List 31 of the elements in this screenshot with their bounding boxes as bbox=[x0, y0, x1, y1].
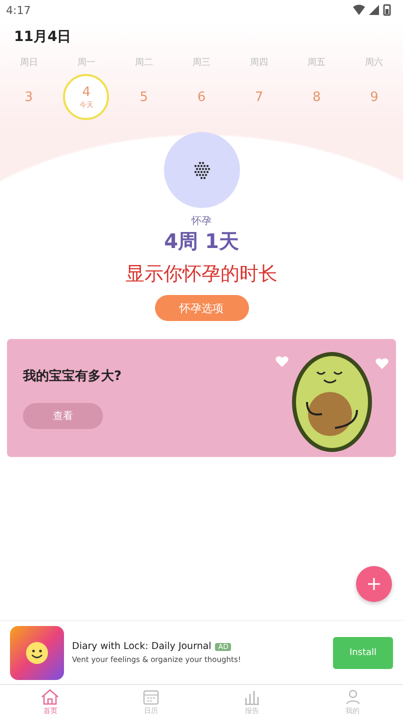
view-button[interactable]: 查看 bbox=[23, 403, 103, 429]
weekday-label: 周五 bbox=[308, 57, 326, 70]
pregnancy-label: 怀孕 bbox=[192, 214, 212, 228]
calendar-icon bbox=[143, 689, 160, 705]
status-time: 4:17 bbox=[6, 4, 31, 16]
day-cell[interactable]: 8 bbox=[294, 74, 340, 120]
install-button[interactable]: Install bbox=[333, 636, 393, 668]
day-cell[interactable]: 7 bbox=[236, 74, 282, 120]
cell-cluster-icon bbox=[192, 160, 212, 180]
ad-title: Diary with Lock: Daily Journal bbox=[72, 641, 212, 652]
headline: 显示你怀孕的时长 bbox=[126, 262, 278, 287]
weekday-label: 周三 bbox=[192, 57, 210, 70]
weekday-label: 周二 bbox=[134, 57, 153, 70]
pregnancy-options-button[interactable]: 怀孕选项 bbox=[154, 295, 248, 321]
day-cell[interactable]: 5 bbox=[120, 74, 167, 120]
card-title: 我的宝宝有多大? bbox=[23, 368, 122, 385]
home-icon bbox=[41, 689, 60, 705]
status-icons bbox=[351, 4, 393, 16]
person-icon bbox=[344, 689, 361, 705]
weekday-label: 周日 bbox=[20, 57, 38, 70]
bar-chart-icon bbox=[244, 689, 260, 705]
date-title: 11月4日 bbox=[13, 28, 72, 47]
pregnancy-duration: 4周 1天 bbox=[164, 228, 239, 255]
app-icon bbox=[10, 626, 64, 680]
day-cell[interactable]: 3 bbox=[6, 74, 52, 120]
plus-icon bbox=[368, 578, 380, 590]
weekday-label: 周四 bbox=[250, 57, 268, 70]
day-cell[interactable]: 6 bbox=[178, 74, 224, 120]
add-button[interactable] bbox=[356, 566, 392, 602]
weekday-label: 周六 bbox=[365, 56, 384, 70]
day-cell[interactable]: 9 bbox=[351, 74, 398, 120]
